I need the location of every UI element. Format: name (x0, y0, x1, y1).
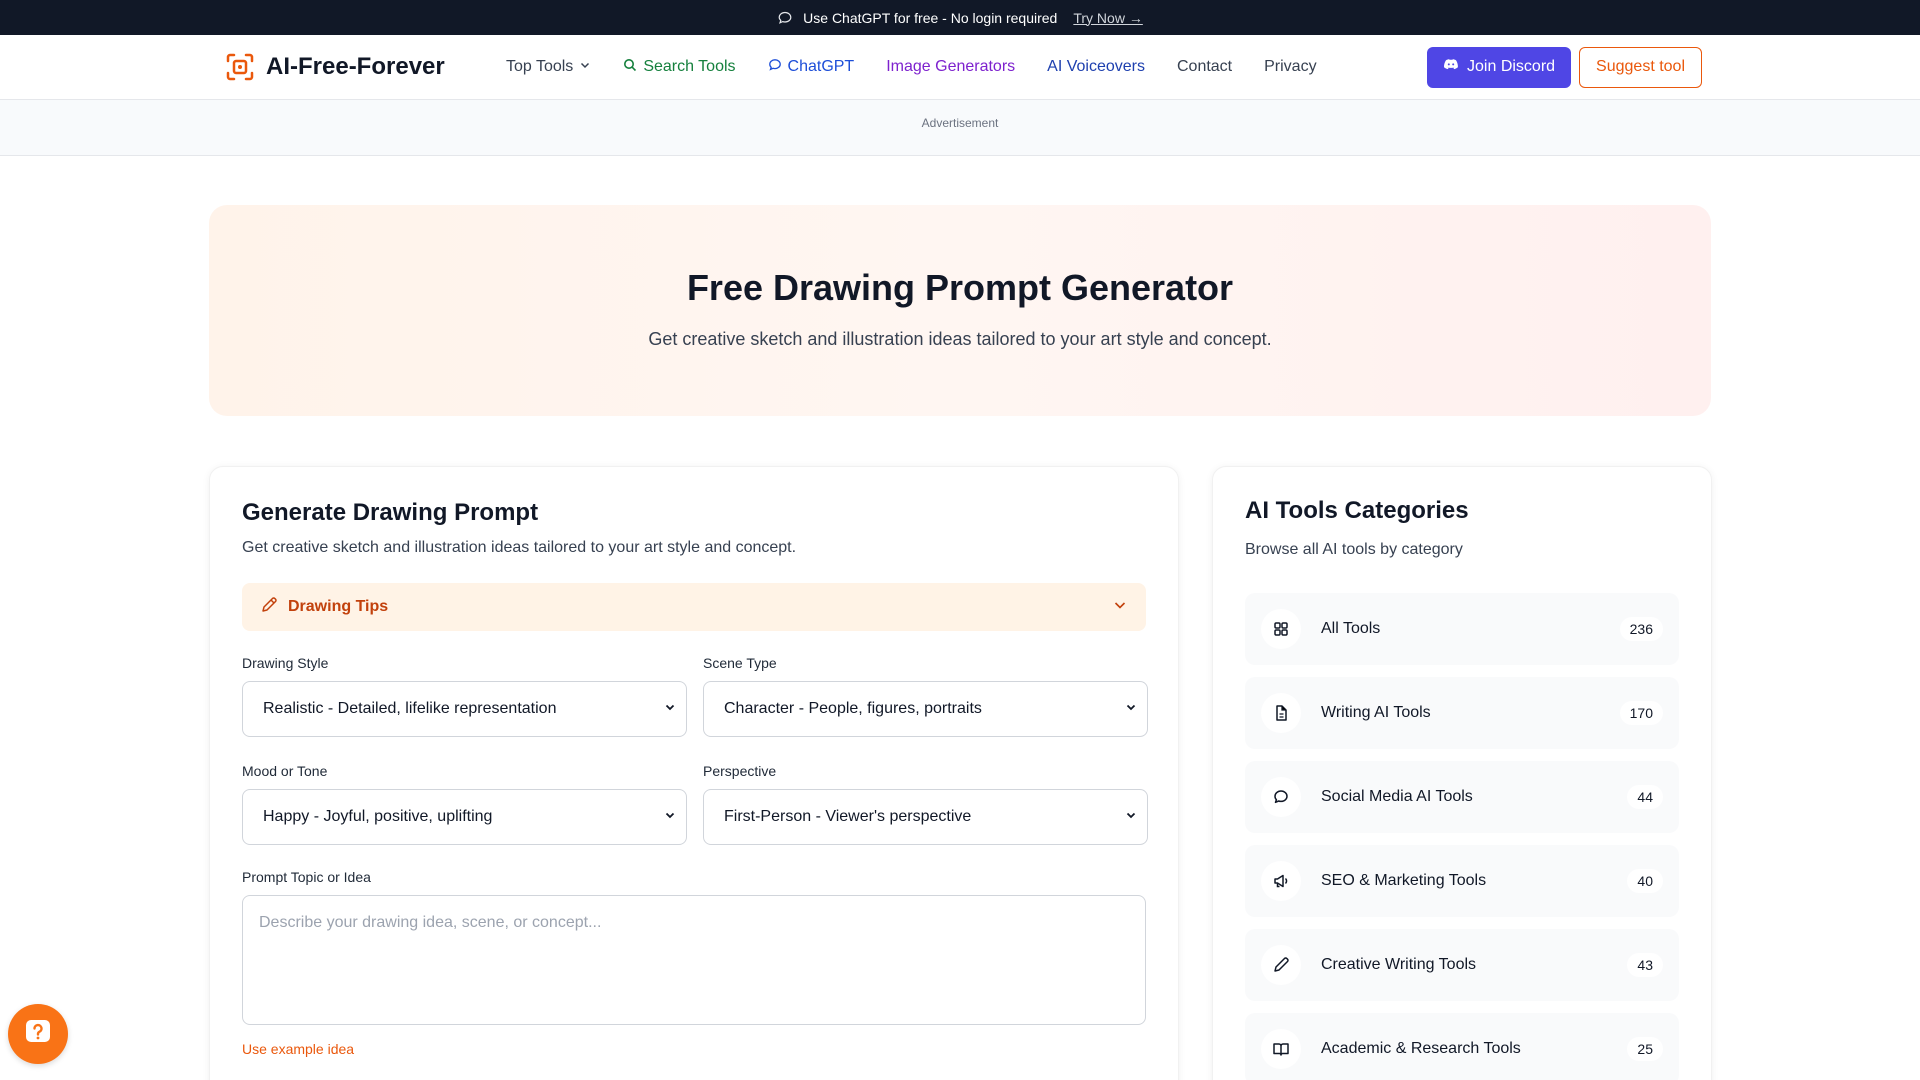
form-title: Generate Drawing Prompt (242, 499, 539, 526)
drawing-tips-accordion[interactable]: Drawing Tips (242, 583, 1146, 631)
nav-ai-voiceovers-label: AI Voiceovers (1047, 58, 1145, 75)
form-fields-grid: Drawing Style Realistic - Detailed, life… (242, 655, 1148, 845)
nav-contact-label: Contact (1176, 58, 1233, 75)
category-name: Academic & Research Tools (1321, 1040, 1521, 1057)
hero-section: Free Drawing Prompt Generator Get creati… (209, 205, 1711, 416)
chat-bubble-icon (1261, 777, 1301, 817)
chevron-down-icon (579, 58, 591, 76)
perspective-label: Perspective (703, 763, 777, 779)
prompt-topic-textarea[interactable]: Describe your drawing idea, scene, or co… (242, 895, 1146, 1025)
chevron-down-icon (1112, 597, 1128, 618)
chevron-down-icon (664, 700, 676, 718)
category-name: Writing AI Tools (1321, 704, 1431, 721)
nav-contact[interactable]: Contact (1177, 58, 1232, 76)
category-name: SEO & Marketing Tools (1321, 872, 1487, 889)
join-discord-label: Join Discord (1467, 58, 1556, 75)
nav-top-tools[interactable]: Top Tools (506, 58, 591, 76)
category-count: 43 (1627, 953, 1663, 977)
nav-chatgpt-label: ChatGPT (787, 58, 855, 75)
categories-list: All Tools 236 Writing AI Tools 170 Socia… (1245, 593, 1679, 1080)
chevron-down-icon (1125, 808, 1137, 826)
category-name: All Tools (1321, 620, 1381, 637)
perspective-value: First-Person - Viewer's perspective (724, 808, 972, 825)
nav-image-generators-label: Image Generators (886, 58, 1016, 75)
category-count: 40 (1627, 869, 1663, 893)
chevron-down-icon (1125, 700, 1137, 718)
prompt-topic-label: Prompt Topic or Idea (242, 869, 371, 885)
mood-select[interactable]: Happy - Joyful, positive, uplifting (242, 789, 687, 845)
megaphone-icon (1261, 861, 1301, 901)
category-count: 44 (1627, 785, 1663, 809)
scene-type-select[interactable]: Character - People, figures, portraits (703, 681, 1148, 737)
pencil-icon (1261, 945, 1301, 985)
logo-icon (224, 51, 256, 83)
nav-ai-voiceovers[interactable]: AI Voiceovers (1047, 58, 1145, 76)
advertisement-strip: Advertisement (0, 100, 1920, 156)
page-title: Free Drawing Prompt Generator (686, 267, 1234, 308)
category-creative-writing-tools[interactable]: Creative Writing Tools 43 (1245, 929, 1679, 1001)
drawing-style-select[interactable]: Realistic - Detailed, lifelike represent… (242, 681, 687, 737)
scene-type-label: Scene Type (703, 655, 777, 671)
category-name: Social Media AI Tools (1321, 788, 1473, 805)
drawing-tips-label: Drawing Tips (288, 598, 389, 615)
use-example-idea-link[interactable]: Use example idea (242, 1041, 1146, 1057)
category-all-tools[interactable]: All Tools 236 (1245, 593, 1679, 665)
question-icon (23, 1017, 53, 1052)
drawing-style-value: Realistic - Detailed, lifelike represent… (263, 700, 557, 717)
hero-subtitle: Get creative sketch and illustration ide… (648, 329, 1272, 349)
scene-type-field: Scene Type Character - People, figures, … (703, 655, 1148, 737)
site-header: AI-Free-Forever Top Tools Search Tools C… (0, 35, 1920, 100)
prompt-topic-placeholder: Describe your drawing idea, scene, or co… (259, 914, 602, 931)
categories-card: AI Tools Categories Browse all AI tools … (1212, 466, 1712, 1080)
category-name: Creative Writing Tools (1321, 956, 1477, 973)
category-academic-research-tools[interactable]: Academic & Research Tools 25 (1245, 1013, 1679, 1080)
discord-icon (1443, 58, 1459, 77)
brand[interactable]: AI-Free-Forever (224, 51, 506, 83)
nav-privacy-label: Privacy (1264, 58, 1317, 75)
search-icon (623, 58, 637, 77)
form-subtitle: Get creative sketch and illustration ide… (242, 539, 797, 556)
category-count: 170 (1619, 701, 1663, 725)
nav-top-tools-label: Top Tools (506, 58, 574, 75)
nav-search-tools-label: Search Tools (643, 58, 736, 75)
join-discord-button[interactable]: Join Discord (1427, 46, 1572, 88)
chat-bubble-icon (777, 10, 793, 26)
perspective-select[interactable]: First-Person - Viewer's perspective (703, 789, 1148, 845)
advertisement-label: Advertisement (921, 116, 999, 130)
nav-chatgpt[interactable]: ChatGPT (768, 58, 855, 77)
category-count: 25 (1627, 1037, 1663, 1061)
document-icon (1261, 693, 1301, 733)
book-icon (1261, 1029, 1301, 1069)
suggest-tool-label: Suggest tool (1596, 58, 1685, 75)
category-writing-ai-tools[interactable]: Writing AI Tools 170 (1245, 677, 1679, 749)
perspective-field: Perspective First-Person - Viewer's pers… (703, 763, 1148, 845)
chat-bubble-icon (768, 58, 782, 77)
categories-title: AI Tools Categories (1245, 497, 1469, 524)
suggest-tool-button[interactable]: Suggest tool (1579, 46, 1702, 88)
scene-type-value: Character - People, figures, portraits (724, 700, 982, 717)
category-seo-marketing-tools[interactable]: SEO & Marketing Tools 40 (1245, 845, 1679, 917)
mood-label: Mood or Tone (242, 763, 328, 779)
prompt-form-card: Generate Drawing Prompt Get creative ske… (209, 466, 1179, 1080)
nav-image-generators[interactable]: Image Generators (886, 58, 1015, 76)
main-nav: Top Tools Search Tools ChatGPT Image Gen… (506, 58, 1427, 77)
prompt-topic-field: Prompt Topic or Idea Describe your drawi… (242, 869, 1146, 1025)
categories-subtitle: Browse all AI tools by category (1245, 541, 1463, 558)
announcement-bar: Use ChatGPT for free - No login required… (0, 0, 1920, 35)
drawing-style-field: Drawing Style Realistic - Detailed, life… (242, 655, 687, 737)
chevron-down-icon (664, 808, 676, 826)
announcement-text: Use ChatGPT for free - No login required (803, 9, 1058, 26)
help-button[interactable] (8, 1004, 68, 1064)
category-social-media-ai-tools[interactable]: Social Media AI Tools 44 (1245, 761, 1679, 833)
nav-search-tools[interactable]: Search Tools (623, 58, 736, 77)
mood-field: Mood or Tone Happy - Joyful, positive, u… (242, 763, 687, 845)
nav-privacy[interactable]: Privacy (1264, 58, 1316, 76)
pencil-icon (260, 596, 278, 619)
drawing-style-label: Drawing Style (242, 655, 329, 671)
mood-value: Happy - Joyful, positive, uplifting (263, 808, 493, 825)
grid-icon (1261, 609, 1301, 649)
brand-name: AI-Free-Forever (266, 53, 445, 80)
try-now-link[interactable]: Try Now → (1073, 10, 1142, 26)
category-count: 236 (1619, 617, 1663, 641)
